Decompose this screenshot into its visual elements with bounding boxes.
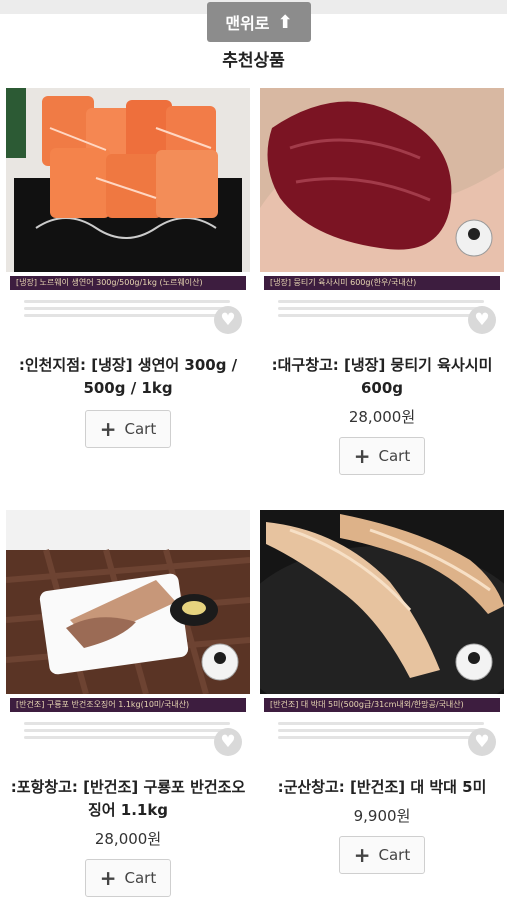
product-price: 28,000원 xyxy=(348,408,416,426)
wishlist-heart-icon[interactable]: ♥ xyxy=(468,306,496,334)
product-price: 9,900원 xyxy=(353,807,411,825)
scroll-to-top-button[interactable]: 맨위로 ⬆ xyxy=(207,2,311,42)
product-title[interactable]: :인천지점: [냉장] 생연어 300g / 500g / 1kg xyxy=(6,354,250,400)
scroll-to-top-label: 맨위로 xyxy=(225,14,270,33)
fish-photo xyxy=(260,510,504,694)
image-description xyxy=(24,718,230,743)
product-image[interactable]: [냉장] 뭉티기 육사시미 600g(한우/국내산) ♥ xyxy=(260,88,504,342)
add-to-cart-button[interactable]: + Cart xyxy=(85,410,171,448)
cart-label: Cart xyxy=(124,869,157,887)
product-price: 28,000원 xyxy=(94,830,162,848)
cart-label: Cart xyxy=(124,420,157,438)
product-card[interactable]: [반건조] 구룡포 반건조오징어 1.1kg(10미/국내산) ♥ :포항창고:… xyxy=(6,510,250,897)
add-to-cart-button[interactable]: + Cart xyxy=(339,836,425,874)
beef-photo xyxy=(260,88,504,272)
add-to-cart-button[interactable]: + Cart xyxy=(339,437,425,475)
plus-icon: + xyxy=(99,417,117,441)
image-caption-band: [냉장] 뭉티기 육사시미 600g(한우/국내산) xyxy=(264,276,500,290)
image-description xyxy=(278,718,484,743)
plus-icon: + xyxy=(353,843,371,867)
image-description xyxy=(278,296,484,321)
product-image[interactable]: [반건조] 구룡포 반건조오징어 1.1kg(10미/국내산) ♥ xyxy=(6,510,250,764)
product-card[interactable]: [냉장] 노르웨이 생연어 300g/500g/1kg (노르웨이산) ♥ :인… xyxy=(6,88,250,448)
add-to-cart-button[interactable]: + Cart xyxy=(85,859,171,897)
section-title: 추천상품 xyxy=(222,51,285,71)
product-card[interactable]: [냉장] 뭉티기 육사시미 600g(한우/국내산) ♥ :대구창고: [냉장]… xyxy=(260,88,504,475)
wishlist-heart-icon[interactable]: ♥ xyxy=(214,306,242,334)
squid-photo xyxy=(6,510,250,694)
wishlist-heart-icon[interactable]: ♥ xyxy=(214,728,242,756)
product-title[interactable]: :군산창고: [반건조] 대 박대 5미 xyxy=(260,776,504,799)
plus-icon: + xyxy=(99,866,117,890)
image-caption-band: [냉장] 노르웨이 생연어 300g/500g/1kg (노르웨이산) xyxy=(10,276,246,290)
product-title[interactable]: :포항창고: [반건조] 구룡포 반건조오징어 1.1kg xyxy=(6,776,250,822)
plus-icon: + xyxy=(353,444,371,468)
product-card[interactable]: [반건조] 대 박대 5미(500g급/31cm내외/한망공/국내산) ♥ :군… xyxy=(260,510,504,874)
product-image[interactable]: [냉장] 노르웨이 생연어 300g/500g/1kg (노르웨이산) ♥ xyxy=(6,88,250,342)
wishlist-heart-icon[interactable]: ♥ xyxy=(468,728,496,756)
cart-label: Cart xyxy=(378,846,411,864)
image-caption-band: [반건조] 구룡포 반건조오징어 1.1kg(10미/국내산) xyxy=(10,698,246,712)
product-image[interactable]: [반건조] 대 박대 5미(500g급/31cm내외/한망공/국내산) ♥ xyxy=(260,510,504,764)
salmon-photo xyxy=(6,88,250,272)
image-description xyxy=(24,296,230,321)
product-title[interactable]: :대구창고: [냉장] 뭉티기 육사시미 600g xyxy=(260,354,504,400)
image-caption-band: [반건조] 대 박대 5미(500g급/31cm내외/한망공/국내산) xyxy=(264,698,500,712)
cart-label: Cart xyxy=(378,447,411,465)
arrow-up-icon: ⬆ xyxy=(277,11,293,33)
